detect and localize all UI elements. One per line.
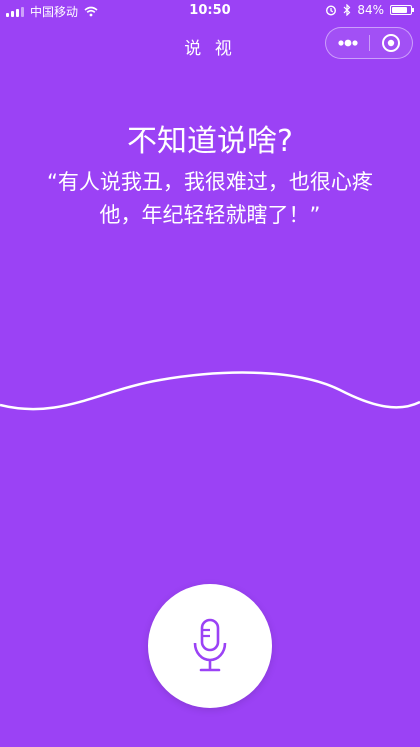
sound-wave-line: [0, 371, 420, 411]
microphone-icon: [193, 618, 227, 672]
battery-percent: 84%: [357, 3, 384, 17]
alarm-icon: [326, 5, 337, 16]
more-button[interactable]: [326, 28, 370, 58]
suggestion-quote: “有人说我丑，我很难过，也很心疼 他，年纪轻轻就瞎了！”: [16, 166, 404, 232]
battery-icon: [390, 5, 414, 15]
quote-line-2: 他，年纪轻轻就瞎了！”: [99, 203, 321, 227]
battery-fill: [392, 7, 407, 13]
status-right: 84%: [325, 3, 414, 17]
status-bar: 中国移动 10:50 84%: [0, 0, 420, 22]
mini-program-capsule: [325, 27, 413, 59]
bluetooth-icon: [343, 4, 351, 16]
target-circle-icon: [382, 34, 400, 52]
close-mini-program-button[interactable]: [370, 28, 413, 58]
more-dots-icon: [338, 39, 358, 47]
voice-input-button[interactable]: [148, 584, 272, 708]
prompt-heading: 不知道说啥?: [127, 124, 293, 159]
quote-line-1: “有人说我丑，我很难过，也很心疼: [47, 170, 373, 194]
